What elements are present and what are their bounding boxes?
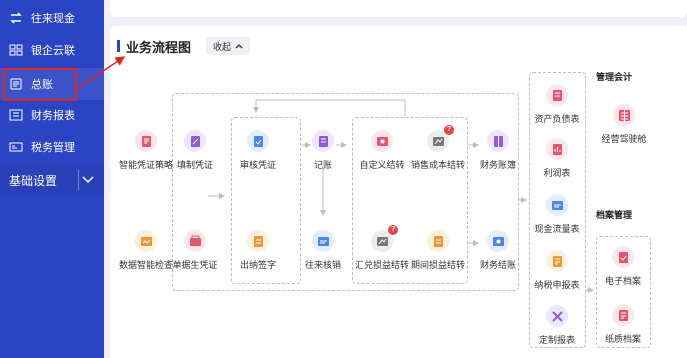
page-title: 业务流程图 [126,40,192,55]
sidebar-item-reports[interactable]: 财务报表 [0,99,104,131]
cashier-sign-icon [247,230,269,252]
node-income-statement[interactable]: 利润表 [522,138,592,179]
node-audit-voucher[interactable]: 审核凭证 [223,130,293,171]
highlight-box [3,68,77,101]
sidebar-section-label: 基础设置 [9,173,58,188]
fill-voucher-icon [184,130,206,152]
financial-closing-icon [487,230,509,252]
document-voucher-icon [184,230,206,252]
sidebar-item-bank[interactable]: 银企云联 [0,34,104,66]
node-fill-voucher[interactable]: 填制凭证 [160,130,230,171]
sidebar-item-label: 往来现金 [31,13,75,25]
exchange-icon [9,12,23,24]
node-paper-archive[interactable]: 纸质档案 [588,304,658,345]
node-cash-flow-statement[interactable]: 现金流量表 [522,194,592,235]
sidebar-item-tax[interactable]: 税务管理 [0,131,104,163]
node-balance-sheet[interactable]: 资产负债表 [522,84,592,125]
top-card [110,0,687,17]
sidebar-item-label: 财务报表 [31,110,75,122]
cash-flow-icon [546,194,568,216]
report-icon [9,109,23,121]
archive-title: 档案管理 [596,210,633,220]
writeoff-icon [312,230,334,252]
help-badge[interactable]: ? [444,125,454,135]
paper-archive-icon [612,304,634,326]
electronic-archive-icon [612,246,634,268]
financial-books-icon [487,130,509,152]
fx-transfer-icon: ? [371,225,398,252]
voucher-strategy-icon [135,130,157,152]
chevron-down-icon [82,176,94,184]
sidebar-item-cash[interactable]: 往来现金 [0,2,104,34]
period-transfer-icon [427,230,449,252]
audit-voucher-icon [247,130,269,152]
custom-transfer-icon [371,130,393,152]
sidebar-section-basic-settings[interactable]: 基础设置 [0,165,104,195]
grid-icon [9,44,23,56]
node-tax-return[interactable]: 纳税申报表 [522,250,592,291]
node-electronic-archive[interactable]: 电子档案 [588,246,658,287]
node-business-cockpit[interactable]: 经营驾驶舱 [589,104,659,145]
tax-return-icon [546,250,568,272]
bookkeeping-icon [312,130,334,152]
collapse-label: 收起 [212,41,231,52]
balance-sheet-icon [546,84,568,106]
sidebar: 往来现金 银企云联 总账 财务报表 税务管理 基础设置 [0,0,104,358]
collapse-button[interactable]: 收起 [206,37,250,55]
sales-cost-icon: ? [427,125,454,152]
tax-icon [9,141,23,153]
node-document-voucher[interactable]: 单据生凭证 [160,230,230,271]
custom-report-icon [546,305,568,327]
cockpit-icon [613,104,635,126]
data-check-icon [135,230,157,252]
management-title: 管理会计 [596,72,633,82]
sidebar-item-label: 税务管理 [31,142,75,154]
title-accent [117,40,120,52]
node-cashier-sign[interactable]: 出纳签字 [223,230,293,271]
sidebar-divider [78,170,79,190]
chevron-up-icon [235,44,243,49]
sidebar-item-label: 银企云联 [31,45,75,57]
help-badge[interactable]: ? [388,225,398,235]
income-statement-icon [546,138,568,160]
node-custom-report[interactable]: 定制报表 [522,305,592,346]
